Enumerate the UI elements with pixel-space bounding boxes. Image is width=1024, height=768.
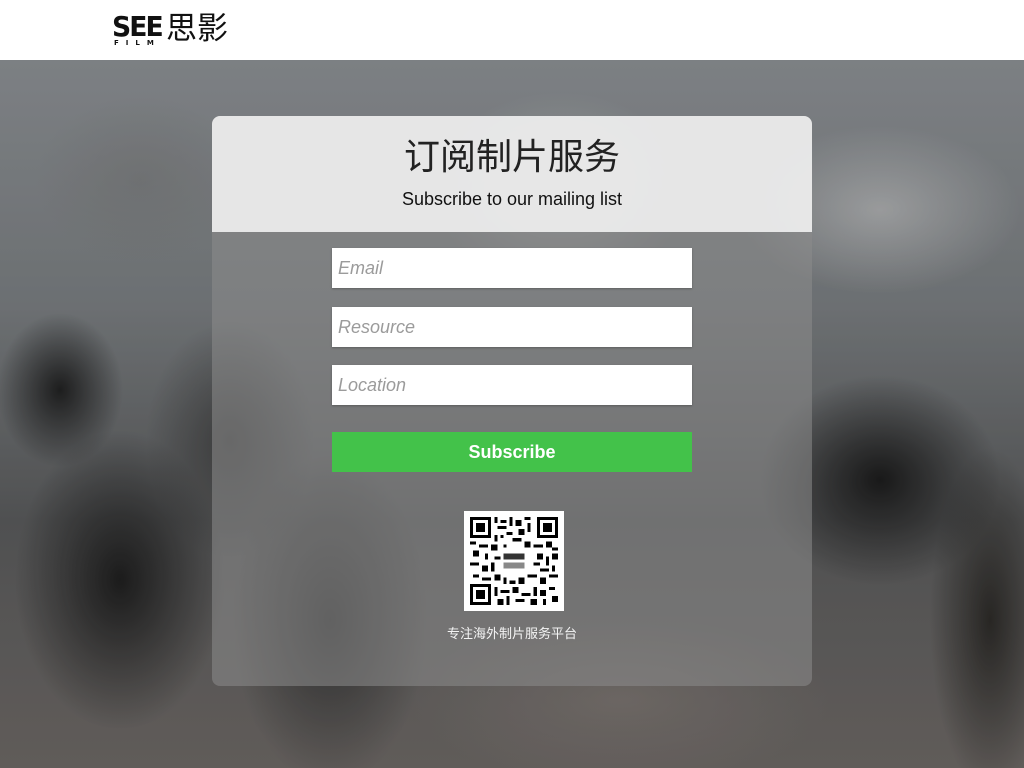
logo-chinese-text: 思影 bbox=[166, 11, 228, 47]
resource-field[interactable] bbox=[332, 307, 692, 347]
card-header: 订阅制片服务 Subscribe to our mailing list bbox=[212, 116, 812, 232]
logo-see-text: SEE bbox=[112, 10, 164, 43]
tagline: 专注海外制片服务平台 bbox=[446, 627, 577, 642]
logo-film-text: FILM bbox=[114, 39, 161, 47]
qr-code-icon bbox=[464, 511, 564, 611]
site-logo[interactable]: SEE FILM 思影 bbox=[112, 12, 228, 48]
hero-background: 订阅制片服务 Subscribe to our mailing list Sub… bbox=[0, 60, 1024, 768]
site-header: SEE FILM 思影 bbox=[0, 0, 1024, 60]
logo-latin: SEE FILM bbox=[112, 10, 164, 48]
subscribe-card: 订阅制片服务 Subscribe to our mailing list Sub… bbox=[212, 116, 812, 686]
qr-code-graphic bbox=[470, 517, 558, 605]
location-field[interactable] bbox=[332, 365, 692, 405]
page-title: 订阅制片服务 bbox=[403, 137, 620, 178]
page-subtitle: Subscribe to our mailing list bbox=[401, 189, 623, 209]
email-field[interactable] bbox=[332, 248, 692, 288]
subscribe-button[interactable]: Subscribe bbox=[332, 432, 692, 472]
